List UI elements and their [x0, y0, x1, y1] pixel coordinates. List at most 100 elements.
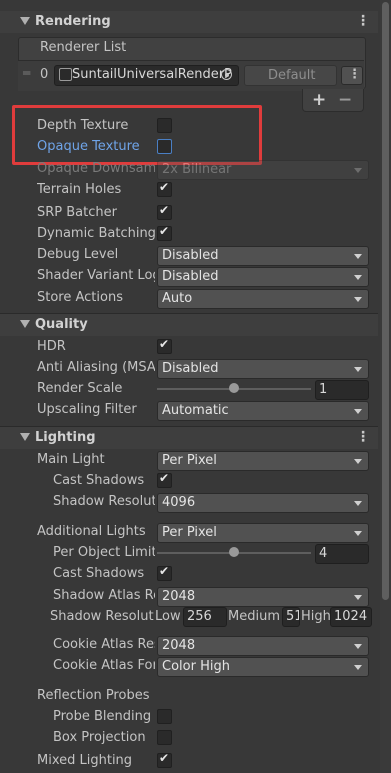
render-scale-knob[interactable]: [229, 383, 239, 393]
low-tier-label: Low: [155, 609, 181, 624]
rendering-menu-icon[interactable]: ⋮: [356, 13, 370, 29]
lighting-section-header[interactable]: Lighting ⋮: [0, 427, 378, 449]
opaque-downsampling-dropdown: 2x Bilinear: [157, 160, 369, 180]
main-shadow-resolution-label: Shadow Resolution: [53, 494, 155, 509]
chevron-down-icon: [354, 531, 362, 536]
shadow-atlas-dropdown[interactable]: 2048: [157, 587, 369, 607]
cookie-atlas-format-dropdown[interactable]: Color High: [157, 657, 369, 677]
per-object-limit-knob[interactable]: [229, 547, 239, 557]
main-cast-shadows-label: Cast Shadows: [53, 473, 145, 488]
mixed-lighting-checkbox[interactable]: [157, 751, 172, 768]
terrain-holes-label: Terrain Holes: [37, 182, 122, 197]
set-default-button[interactable]: Default: [244, 65, 337, 86]
foldout-arrow-icon[interactable]: [20, 17, 30, 25]
main-light-dropdown[interactable]: Per Pixel: [157, 451, 369, 471]
hdr-checkbox[interactable]: [157, 337, 172, 354]
foldout-arrow-icon[interactable]: [20, 320, 30, 328]
opaque-downsampling-value: 2x Bilinear: [162, 162, 232, 177]
rendering-section-title: Rendering: [35, 14, 111, 29]
add-renderer-button[interactable]: +: [312, 90, 326, 110]
chevron-down-icon: [354, 275, 362, 280]
renderer-asset-name: SuntailUniversalRenderP: [72, 67, 232, 82]
per-object-limit-value: 4: [319, 546, 328, 561]
debug-level-label: Debug Level: [37, 247, 119, 262]
anti-aliasing-label: Anti Aliasing (MSAA): [37, 360, 155, 375]
chevron-down-icon: [354, 665, 362, 670]
drag-handle-icon[interactable]: ═: [23, 66, 30, 80]
store-actions-label: Store Actions: [37, 290, 123, 305]
srp-batcher-checkbox[interactable]: [157, 203, 172, 220]
box-projection-checkbox[interactable]: [157, 730, 172, 745]
additional-lights-value: Per Pixel: [162, 525, 217, 540]
lighting-menu-icon[interactable]: ⋮: [356, 429, 370, 445]
box-projection-label: Box Projection: [53, 730, 146, 745]
high-tier-label: High: [301, 609, 331, 624]
remove-renderer-button[interactable]: −: [338, 90, 352, 110]
additional-lights-label: Additional Lights: [37, 524, 146, 539]
renderer-more-button[interactable]: ⋮: [341, 66, 363, 85]
set-default-label: Default: [268, 68, 316, 83]
render-scale-label: Render Scale: [37, 381, 123, 396]
probe-blending-label: Probe Blending: [53, 709, 152, 724]
medium-tier-field[interactable]: 512: [282, 607, 300, 627]
anti-aliasing-dropdown[interactable]: Disabled: [157, 359, 369, 379]
foldout-arrow-icon[interactable]: [20, 433, 30, 441]
terrain-holes-checkbox[interactable]: [157, 180, 172, 197]
chevron-down-icon: [354, 501, 362, 506]
render-scale-value: 1: [319, 382, 328, 397]
upscaling-filter-dropdown[interactable]: Automatic: [157, 401, 369, 421]
hdr-label: HDR: [37, 339, 66, 354]
additional-cast-shadows-checkbox[interactable]: [157, 564, 172, 581]
chevron-down-icon: [354, 254, 362, 259]
opaque-downsampling-label: Opaque Downsamp: [37, 161, 155, 176]
main-shadow-resolution-dropdown[interactable]: 4096: [157, 493, 369, 513]
srp-batcher-label: SRP Batcher: [37, 205, 117, 220]
renderer-asset-field[interactable]: SuntailUniversalRenderP: [54, 65, 239, 86]
debug-level-dropdown[interactable]: Disabled: [157, 246, 369, 266]
shadow-atlas-value: 2048: [162, 589, 196, 604]
cookie-atlas-format-value: Color High: [162, 659, 230, 674]
per-object-limit-label: Per Object Limit: [53, 545, 155, 560]
shader-variant-log-value: Disabled: [162, 269, 219, 284]
shader-variant-log-dropdown[interactable]: Disabled: [157, 267, 369, 287]
cookie-atlas-format-label: Cookie Atlas Format: [53, 658, 155, 673]
debug-level-value: Disabled: [162, 248, 219, 263]
rendering-section-header[interactable]: Rendering ⋮: [0, 11, 378, 33]
quality-section-header[interactable]: Quality: [0, 314, 378, 336]
shader-variant-log-label: Shader Variant Log: [37, 268, 155, 283]
probe-blending-checkbox[interactable]: [157, 709, 172, 724]
cookie-atlas-resolution-dropdown[interactable]: 2048: [157, 636, 369, 656]
shadow-resolution-tiers-label: Shadow Resolution Tiers: [50, 609, 154, 624]
renderer-asset-icon: [59, 68, 72, 81]
more-icon: ⋮: [348, 67, 361, 82]
lighting-section-title: Lighting: [35, 430, 96, 445]
render-scale-field[interactable]: 1: [315, 380, 369, 400]
cookie-atlas-resolution-value: 2048: [162, 638, 196, 653]
reflection-probes-label: Reflection Probes: [37, 688, 150, 703]
chevron-down-icon: [354, 168, 362, 173]
low-tier-field[interactable]: 256: [183, 607, 227, 627]
high-tier-value: 1024: [334, 609, 368, 624]
main-cast-shadows-checkbox[interactable]: [157, 471, 172, 488]
opaque-texture-checkbox[interactable]: [157, 139, 172, 154]
object-picker-icon[interactable]: [221, 69, 232, 80]
depth-texture-checkbox[interactable]: [157, 118, 172, 133]
scrollbar-thumb[interactable]: [382, 2, 389, 600]
renderer-list-title: Renderer List: [40, 40, 127, 55]
additional-lights-dropdown[interactable]: Per Pixel: [157, 523, 369, 543]
main-shadow-resolution-value: 4096: [162, 495, 196, 510]
dynamic-batching-checkbox[interactable]: [157, 224, 172, 241]
dynamic-batching-label: Dynamic Batching: [37, 226, 155, 241]
upscaling-filter-value: Automatic: [162, 403, 229, 418]
medium-tier-label: Medium: [228, 609, 280, 624]
opaque-texture-label: Opaque Texture: [37, 139, 140, 154]
high-tier-field[interactable]: 1024: [330, 607, 372, 627]
low-tier-value: 256: [187, 609, 212, 624]
per-object-limit-field[interactable]: 4: [315, 544, 369, 564]
main-light-label: Main Light: [37, 452, 105, 467]
chevron-down-icon: [354, 644, 362, 649]
store-actions-dropdown[interactable]: Auto: [157, 289, 369, 309]
chevron-down-icon: [354, 595, 362, 600]
quality-section-title: Quality: [35, 317, 88, 332]
upscaling-filter-label: Upscaling Filter: [37, 402, 137, 417]
